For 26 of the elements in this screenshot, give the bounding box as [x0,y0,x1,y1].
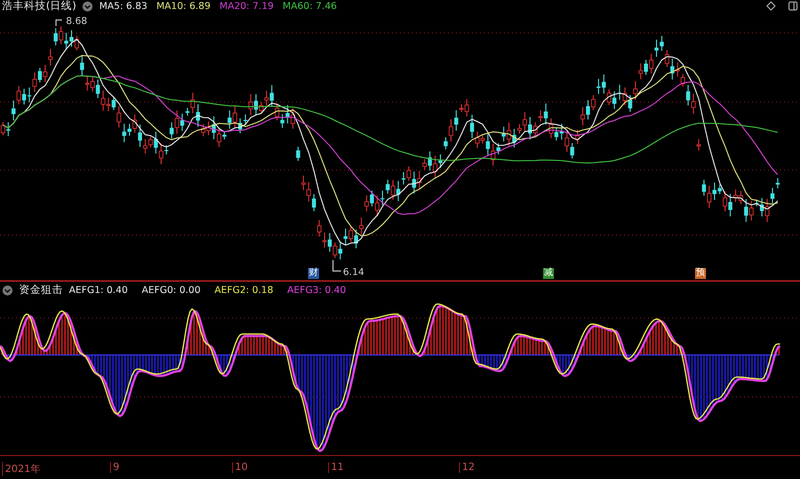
indicator-value: AEFG2: 0.18 [214,284,274,296]
diamond-icon[interactable] [766,1,776,11]
chevron-down-icon[interactable] [2,284,13,296]
moving-average-value: MA5: 6.83 [99,0,148,12]
indicator-value: AEFG1: 0.40 [69,284,128,296]
event-badge[interactable]: 预 [695,268,706,279]
chevron-down-icon[interactable] [82,0,94,12]
time-axis-label: 10 [232,462,248,473]
leader-line [332,260,342,272]
time-axis-label: 9 [110,462,120,473]
event-badge[interactable]: 财 [308,268,319,279]
high-price-label: 8.68 [66,16,88,27]
low-price-label: 6.14 [343,267,364,278]
moving-average-value: MA20: 7.19 [220,0,274,12]
event-badge[interactable]: 减 [543,268,554,279]
leader-line [56,20,62,26]
time-axis-label: 12 [459,462,475,473]
indicator-title: 资金狙击 [19,283,63,297]
window-icon[interactable] [788,1,798,11]
indicator-value: AEFG0: 0.00 [142,284,200,296]
indicator-value: AEFG3: 0.40 [287,284,346,296]
moving-average-value: MA60: 7.46 [282,0,337,12]
stock-title: 浩丰科技(日线) [2,0,76,13]
time-axis-label: 11 [328,462,344,473]
moving-average-value: MA10: 6.89 [156,0,210,12]
time-axis-label: 2021年 [2,462,40,476]
